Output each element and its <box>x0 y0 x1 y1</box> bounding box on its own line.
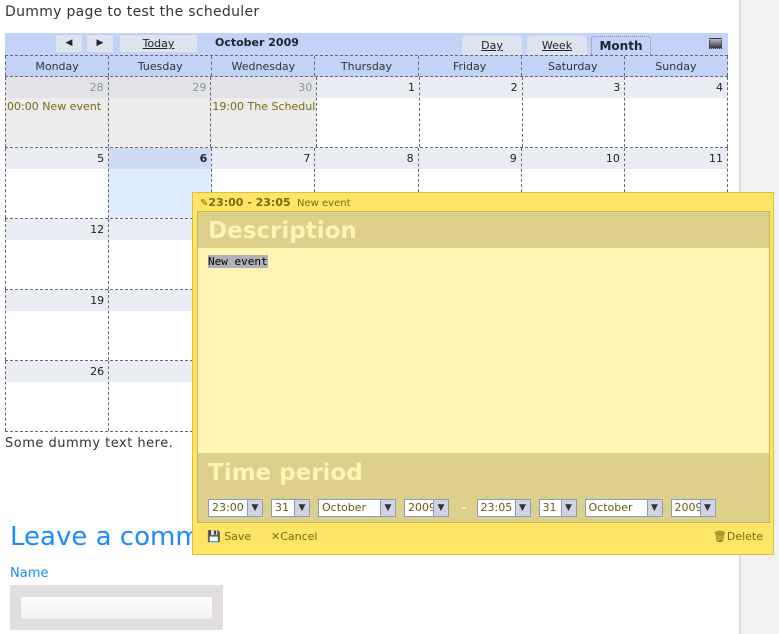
description-label: Description <box>198 212 769 248</box>
weekday-header-cell: Sunday <box>623 56 728 76</box>
day-number: 26 <box>6 361 109 382</box>
day-number: 9 <box>418 148 521 169</box>
day-cell[interactable]: 5 <box>5 148 109 218</box>
day-number: 29 <box>108 77 211 98</box>
day-cell[interactable]: 28 00:00 New event <box>5 77 108 147</box>
weekday-header-cell: Thursday <box>314 56 417 76</box>
end-month-select[interactable]: October ▼ <box>584 499 663 517</box>
save-icon: 💾 <box>207 530 221 543</box>
day-number: 4 <box>625 77 727 98</box>
day-cell[interactable]: 29 <box>107 77 211 147</box>
end-day-select[interactable]: 31 ▼ <box>538 499 577 517</box>
event-editor-header: ✎23:00 - 23:05 New event <box>193 193 773 211</box>
calendar-event[interactable]: 19:00 The Schedul <box>211 98 316 115</box>
name-field-wrapper <box>10 585 223 630</box>
trash-icon: 🗑 <box>712 530 727 543</box>
cancel-icon: ✕ <box>271 530 281 543</box>
calendar-event[interactable]: 00:00 New event <box>6 98 108 115</box>
scheduler-toolbar: ◀ ▶ Today October 2009 Day Week Month <box>5 33 728 55</box>
tab-week[interactable]: Week <box>527 36 587 55</box>
day-number: 28 <box>6 77 108 98</box>
description-value: New event <box>208 255 268 268</box>
day-number: 6 <box>109 148 212 169</box>
range-separator: – <box>461 501 467 514</box>
time-period-label: Time period <box>208 460 363 486</box>
event-time: 23:00 - 23:05 <box>208 196 291 209</box>
day-cell[interactable]: 12 <box>5 219 109 289</box>
weekday-header: Monday Tuesday Wednesday Thursday Friday Satu… <box>5 55 728 77</box>
day-number: 11 <box>624 148 727 169</box>
day-number: 8 <box>315 148 418 169</box>
day-cell[interactable]: 1 <box>316 77 419 147</box>
next-button[interactable]: ▶ <box>87 35 113 52</box>
day-number: 12 <box>6 219 109 240</box>
weekday-header-cell: Tuesday <box>108 56 211 76</box>
event-title: New event <box>297 198 351 209</box>
start-day-select[interactable]: 31 ▼ <box>271 499 310 517</box>
day-number: 5 <box>6 148 109 169</box>
month-title: October 2009 <box>215 36 299 49</box>
name-input[interactable] <box>20 596 213 620</box>
weekday-header-cell: Wednesday <box>211 56 314 76</box>
name-label: Name <box>10 566 49 581</box>
day-cell[interactable]: 19 <box>5 290 109 360</box>
end-time-select[interactable]: 23:05 ▼ <box>476 499 531 517</box>
weekday-header-cell: Monday <box>5 56 108 76</box>
day-number: 2 <box>419 77 522 98</box>
tab-month[interactable]: Month <box>591 36 651 55</box>
end-year-select[interactable]: 2009 ▼ <box>670 499 716 517</box>
start-year-select[interactable]: 2009 ▼ <box>404 499 449 517</box>
week-row: 28 00:00 New event 29 30 19:00 The Schedul 1 2… <box>5 77 728 148</box>
day-number: 7 <box>212 148 315 169</box>
day-cell[interactable]: 26 <box>5 361 109 431</box>
page-title: Dummy page to test the scheduler <box>5 4 260 20</box>
save-button[interactable]: 💾 Save <box>207 530 251 543</box>
day-number: 10 <box>521 148 624 169</box>
prev-button[interactable]: ◀ <box>56 35 82 52</box>
day-number: 30 <box>211 77 317 98</box>
cancel-button[interactable]: ✕Cancel <box>271 530 317 543</box>
minical-icon[interactable] <box>709 38 722 49</box>
weekday-header-cell: Saturday <box>520 56 624 76</box>
weekday-header-cell: Friday <box>417 56 521 76</box>
today-button[interactable]: Today <box>120 35 197 52</box>
day-cell[interactable]: 30 19:00 The Schedul <box>210 77 317 147</box>
start-time-select[interactable]: 23:00 ▼ <box>208 499 263 517</box>
day-cell[interactable]: 3 <box>521 77 625 147</box>
day-number: 1 <box>317 77 419 98</box>
day-cell[interactable]: 2 <box>418 77 522 147</box>
description-textarea[interactable]: New event <box>198 248 769 453</box>
day-number: 3 <box>522 77 625 98</box>
delete-button[interactable]: 🗑Delete <box>713 530 763 543</box>
start-month-select[interactable]: October ▼ <box>318 499 396 517</box>
event-editor: ✎23:00 - 23:05 New event Description New… <box>192 192 774 555</box>
tab-day[interactable]: Day <box>462 36 522 55</box>
day-number: 19 <box>6 290 109 311</box>
day-cell[interactable]: 4 <box>624 77 728 147</box>
dummy-text: Some dummy text here. <box>5 436 174 451</box>
